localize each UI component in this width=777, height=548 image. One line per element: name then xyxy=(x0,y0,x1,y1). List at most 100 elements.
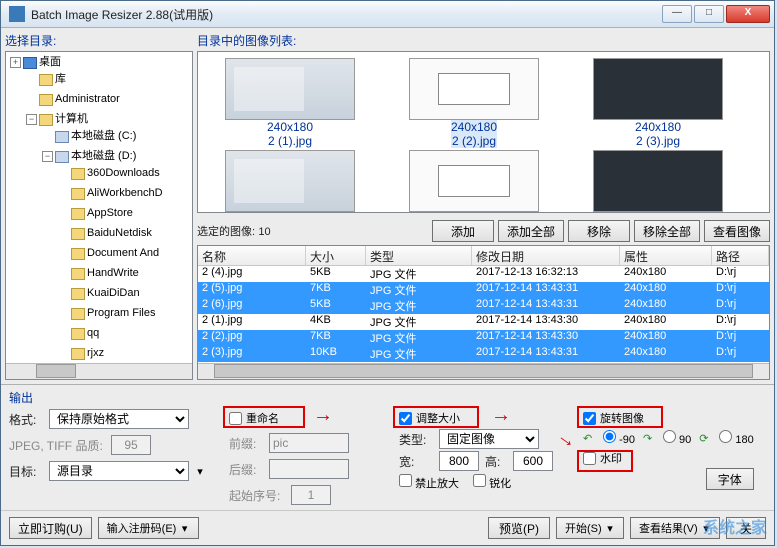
start-button[interactable]: 开始(S) ▾ xyxy=(556,517,624,539)
table-row[interactable]: 2 (1).jpg4KBJPG 文件2017-12-14 13:43:30240… xyxy=(198,314,769,330)
font-button[interactable]: 字体 xyxy=(706,468,754,490)
tree-item-label[interactable]: BaiduNetdisk xyxy=(87,225,152,242)
format-label: 格式: xyxy=(9,411,43,428)
folder-icon xyxy=(71,328,85,340)
tree-item-label[interactable]: Document And xyxy=(87,245,159,262)
rename-label: 重命名 xyxy=(246,410,279,426)
sharpen-checkbox[interactable] xyxy=(473,474,486,487)
prefix-label: 前缀: xyxy=(229,435,263,452)
no-enlarge-checkbox[interactable] xyxy=(399,474,412,487)
height-label: 高: xyxy=(485,453,507,470)
tree-item-label[interactable]: qq xyxy=(87,325,99,342)
rotate-checkbox[interactable] xyxy=(583,412,596,425)
output-label: 输出 xyxy=(9,389,766,406)
thumbnail-item[interactable]: 240x1802 (2).jpg xyxy=(386,58,562,148)
tree-expand-icon[interactable]: + xyxy=(10,57,21,68)
thumbnail-item[interactable]: 240x1802 (3).jpg xyxy=(570,58,746,148)
file-table[interactable]: 名称 大小 类型 修改日期 属性 路径 2 (4).jpg5KBJPG 文件20… xyxy=(197,245,770,380)
tree-item-label[interactable]: 本地磁盘 (C:) xyxy=(71,128,136,145)
format-select[interactable]: 保持原始格式 xyxy=(49,409,189,429)
rename-checkbox[interactable] xyxy=(229,412,242,425)
tree-item-label[interactable]: 桌面 xyxy=(39,54,61,71)
table-row[interactable]: 2 (6).jpg5KBJPG 文件2017-12-14 13:43:31240… xyxy=(198,298,769,314)
drive-icon xyxy=(55,131,69,143)
rotate-ccw-icon: ↶ xyxy=(583,432,595,444)
thumbnail-image xyxy=(225,150,355,212)
resize-checkbox[interactable] xyxy=(399,412,412,425)
thumbnail-item[interactable]: 240x1802 (1).jpg xyxy=(202,58,378,148)
folder-icon xyxy=(39,94,53,106)
tree-item-label[interactable]: rjxz xyxy=(87,345,104,362)
watermark-label: 水印 xyxy=(600,450,622,466)
col-size[interactable]: 大小 xyxy=(306,246,366,265)
col-name[interactable]: 名称 xyxy=(198,246,306,265)
view-image-button[interactable]: 查看图像 xyxy=(704,220,770,242)
thumbnail-item[interactable]: 240x1802 (4).jpg xyxy=(202,150,378,213)
col-attr[interactable]: 属性 xyxy=(620,246,712,265)
tree-item-label[interactable]: 本地磁盘 (D:) xyxy=(71,148,136,165)
tree-item-label[interactable]: 库 xyxy=(55,71,66,88)
enter-code-button[interactable]: 输入注册码(E) ▾ xyxy=(98,517,199,539)
tree-item-label[interactable]: AppStore xyxy=(87,205,133,222)
watermark-checkbox[interactable] xyxy=(583,452,596,465)
tree-expand-icon[interactable]: − xyxy=(42,151,53,162)
view-result-button[interactable]: 查看结果(V) ▾ xyxy=(630,517,720,539)
no-enlarge-label: 禁止放大 xyxy=(415,478,459,490)
folder-icon xyxy=(39,74,53,86)
add-button[interactable]: 添加 xyxy=(432,220,494,242)
table-row[interactable]: 2 (5).jpg7KBJPG 文件2017-12-14 13:43:31240… xyxy=(198,282,769,298)
tree-hscrollbar[interactable] xyxy=(6,363,192,379)
table-hscrollbar[interactable] xyxy=(198,363,769,379)
chevron-down-icon: ▾ xyxy=(605,522,615,535)
minimize-button[interactable]: — xyxy=(662,5,692,23)
tree-item-label[interactable]: AliWorkbenchD xyxy=(87,185,163,202)
browse-icon[interactable]: ▾ xyxy=(195,465,205,478)
thumbnail-image xyxy=(409,150,539,212)
tree-expand-icon[interactable]: − xyxy=(26,114,37,125)
width-label: 宽: xyxy=(399,453,433,470)
col-path[interactable]: 路径 xyxy=(712,246,769,265)
rotate-180-radio[interactable] xyxy=(719,430,732,443)
start-label: 起始序号: xyxy=(229,487,285,504)
folder-icon xyxy=(71,228,85,240)
rotate-90-radio[interactable] xyxy=(663,430,676,443)
thumbnail-image xyxy=(225,58,355,120)
maximize-button[interactable]: □ xyxy=(694,5,724,23)
thumbnail-area[interactable]: 240x1802 (1).jpg240x1802 (2).jpg240x1802… xyxy=(197,51,770,213)
folder-icon xyxy=(71,168,85,180)
folder-icon xyxy=(39,114,53,126)
add-all-button[interactable]: 添加全部 xyxy=(498,220,564,242)
preview-button[interactable]: 预览(P) xyxy=(488,517,550,539)
tree-item-label[interactable]: Administrator xyxy=(55,91,120,108)
order-button[interactable]: 立即订购(U) xyxy=(9,517,92,539)
thumb-list-label: 目录中的图像列表: xyxy=(197,32,770,49)
tree-item-label[interactable]: 计算机 xyxy=(55,111,88,128)
folder-icon xyxy=(71,348,85,360)
remove-button[interactable]: 移除 xyxy=(568,220,630,242)
remove-all-button[interactable]: 移除全部 xyxy=(634,220,700,242)
thumbnail-item[interactable]: 240x1802 (6).jpg xyxy=(570,150,746,213)
folder-icon xyxy=(71,288,85,300)
tree-item-label[interactable]: Program Files xyxy=(87,305,155,322)
width-input[interactable] xyxy=(439,451,479,471)
resize-type-select[interactable]: 固定图像 xyxy=(439,429,539,449)
directory-tree[interactable]: + 桌面库 Administrator − 计算机本地磁盘 (C:) − 本地磁盘 (D:)… xyxy=(5,51,193,380)
table-row[interactable]: 2 (4).jpg5KBJPG 文件2017-12-13 16:32:13240… xyxy=(198,266,769,282)
tree-expand-icon xyxy=(58,268,69,279)
tree-item-label[interactable]: 360Downloads xyxy=(87,165,160,182)
close-button[interactable]: X xyxy=(726,5,770,23)
tree-expand-icon xyxy=(58,328,69,339)
rotate-neg90-radio[interactable] xyxy=(603,430,616,443)
selected-count-label: 选定的图像: 10 xyxy=(197,223,271,239)
target-select[interactable]: 源目录 xyxy=(49,461,189,481)
tree-item-label[interactable]: KuaiDiDan xyxy=(87,285,140,302)
close-app-button[interactable]: 关 xyxy=(726,517,766,539)
col-type[interactable]: 类型 xyxy=(366,246,472,265)
titlebar[interactable]: Batch Image Resizer 2.88(试用版) — □ X xyxy=(1,1,774,28)
table-row[interactable]: 2 (2).jpg7KBJPG 文件2017-12-14 13:43:30240… xyxy=(198,330,769,346)
thumbnail-item[interactable]: 240x1802 (5).jpg xyxy=(386,150,562,213)
tree-item-label[interactable]: HandWrite xyxy=(87,265,139,282)
col-date[interactable]: 修改日期 xyxy=(472,246,620,265)
height-input[interactable] xyxy=(513,451,553,471)
table-row[interactable]: 2 (3).jpg10KBJPG 文件2017-12-14 13:43:3124… xyxy=(198,346,769,362)
